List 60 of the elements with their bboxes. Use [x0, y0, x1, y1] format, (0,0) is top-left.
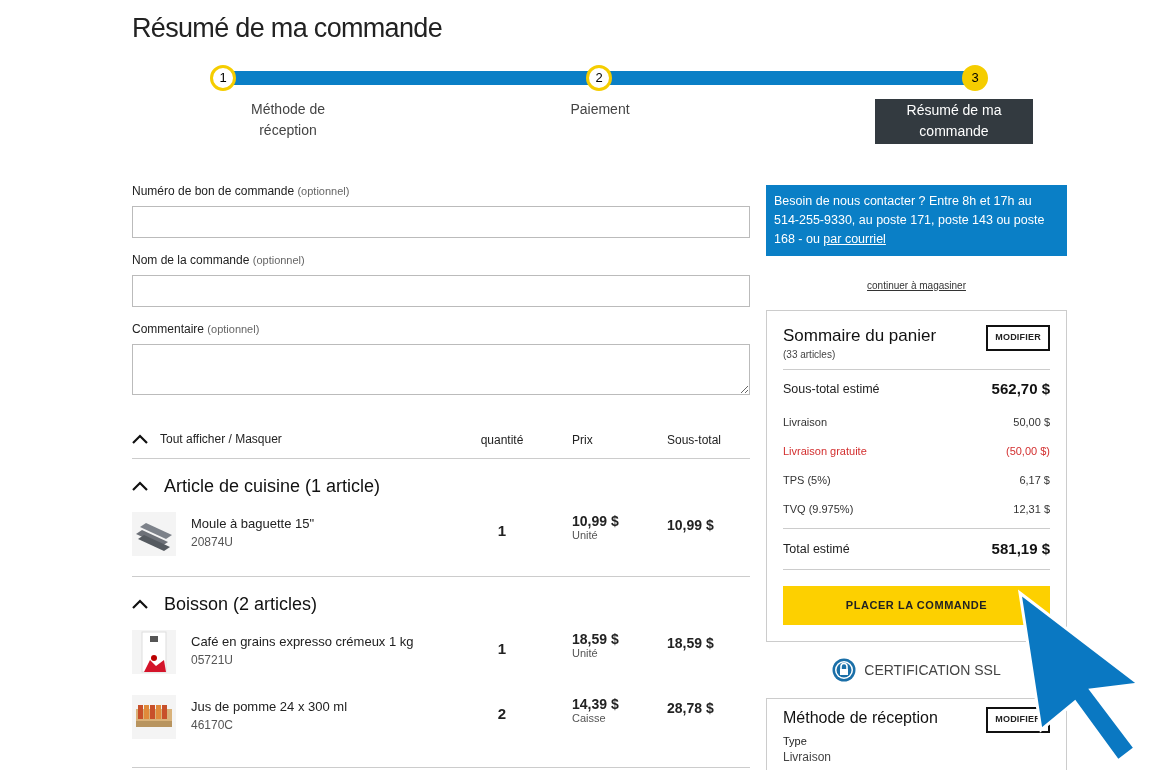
subtotal-value: 28,78 $ — [667, 700, 714, 716]
modify-button[interactable]: MODIFIER — [986, 325, 1050, 351]
product-name[interactable]: Café en grains expresso crémeux 1 kg — [191, 633, 432, 651]
unit-price: 14,39 $ — [572, 696, 620, 712]
input-field[interactable] — [132, 206, 750, 238]
summary-amount: 562,70 $ — [991, 378, 1050, 399]
toggle-all-link[interactable]: Tout afficher / Masquer — [160, 429, 282, 448]
comment-field[interactable] — [132, 344, 750, 395]
summary-amount: 50,00 $ — [1013, 415, 1050, 431]
unit-price: 10,99 $ — [572, 513, 620, 529]
field-label: Numéro de bon de commande (optionnel) — [132, 183, 351, 199]
column-header: Prix — [572, 432, 593, 447]
unit-price: 18,59 $ — [572, 631, 620, 647]
subtotal-value: 10,99 $ — [667, 517, 714, 533]
unit-label: Unité — [572, 529, 599, 542]
ssl-label: CERTIFICATION SSL — [864, 660, 1001, 680]
card-title: Sommaire du panier — [783, 325, 937, 347]
product-name[interactable]: Moule à baguette 15" — [191, 515, 432, 533]
input-field[interactable] — [132, 275, 750, 307]
step-label: Paiement — [569, 100, 631, 119]
contact-message: Besoin de nous contacter ? Entre 8h et 17h au 514-255-9330, au poste 171, poste 143 ou poste 168 - ou par courriel — [766, 185, 1067, 256]
product-sku: 05721U — [191, 652, 235, 669]
continue-shopping-link[interactable]: continuer à magasiner — [867, 280, 966, 291]
summary-label: TVQ (9.975%) — [783, 502, 854, 518]
summary-label: TPS (5%) — [783, 473, 831, 489]
summary-amount: (50,00 $) — [1005, 444, 1050, 460]
summary-label: Livraison — [783, 415, 828, 431]
article-count: (33 articles) — [783, 348, 837, 362]
step-label: Méthode de réception — [250, 100, 326, 140]
quantity-value: 2 — [497, 705, 507, 722]
summary-amount: 12,31 $ — [1013, 502, 1050, 518]
step-label: Résumé de ma commande — [875, 99, 1033, 144]
summary-amount: 6,17 $ — [1019, 473, 1050, 489]
column-header: Sous-total — [667, 432, 722, 447]
lock-icon — [832, 658, 857, 682]
summary-label: Livraison gratuite — [783, 444, 867, 460]
type-label: Type — [783, 733, 808, 748]
summary-amount: 581,19 $ — [991, 538, 1050, 559]
chevron-up-icon[interactable] — [132, 481, 148, 491]
column-header: quantité — [480, 432, 524, 447]
product-sku: 20874U — [191, 534, 235, 551]
page-title: Résumé de ma commande — [132, 12, 443, 45]
type-value: Livraison — [783, 749, 833, 764]
summary-label: Total estimé — [783, 540, 850, 558]
subtotal-value: 18,59 $ — [667, 635, 714, 651]
email-link[interactable]: par courriel — [823, 232, 886, 246]
quantity-value: 1 — [497, 640, 507, 657]
product-name[interactable]: Jus de pomme 24 x 300 ml — [191, 698, 432, 716]
chevron-up-icon[interactable] — [132, 433, 148, 444]
category-title: Boisson (2 articles) — [164, 592, 318, 616]
quantity-value: 1 — [497, 522, 507, 539]
chevron-up-icon[interactable] — [132, 599, 148, 609]
category-title: Article de cuisine (1 article) — [164, 474, 381, 498]
unit-label: Unité — [572, 647, 599, 660]
field-label: Nom de la commande (optionnel) — [132, 252, 306, 268]
field-label: Commentaire (optionnel) — [132, 321, 261, 337]
unit-label: Caisse — [572, 712, 607, 725]
summary-label: Sous-total estimé — [783, 380, 880, 398]
product-sku: 46170C — [191, 717, 235, 734]
card-title: Méthode de réception — [783, 708, 938, 728]
